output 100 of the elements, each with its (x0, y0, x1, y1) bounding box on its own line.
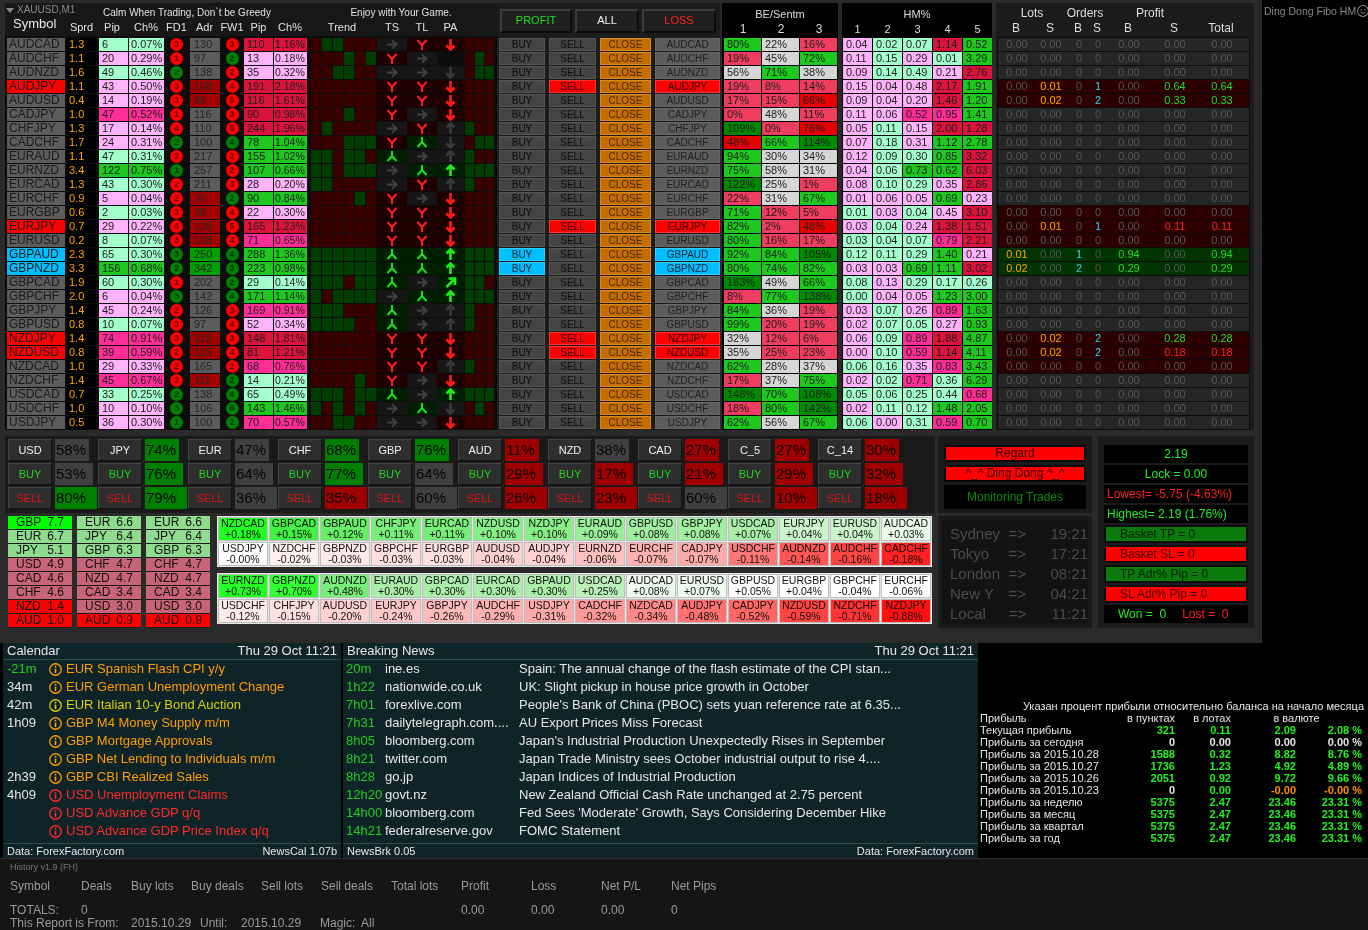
buy-button[interactable]: BUY (499, 318, 545, 331)
buy-button[interactable]: BUY (728, 463, 772, 485)
currency-button[interactable]: AUD (458, 439, 502, 461)
buy-button[interactable]: BUY (499, 80, 545, 93)
sell-button[interactable]: SELL (98, 487, 142, 509)
currency-button[interactable]: USD (8, 439, 52, 461)
close-button[interactable]: CLOSE (600, 178, 651, 191)
buy-button[interactable]: BUY (499, 192, 545, 205)
buy-button[interactable]: BUY (499, 178, 545, 191)
pair-button[interactable]: GBPCAD (655, 276, 720, 289)
close-button[interactable]: CLOSE (600, 80, 651, 93)
pair-button[interactable]: NZDUSD (655, 346, 720, 359)
buy-button[interactable]: BUY (499, 360, 545, 373)
sell-button[interactable]: SELL (549, 402, 596, 415)
currency-button[interactable]: CHF (278, 439, 322, 461)
close-button[interactable]: CLOSE (600, 150, 651, 163)
sell-button[interactable]: SELL (549, 318, 596, 331)
close-button[interactable]: CLOSE (600, 346, 651, 359)
buy-button[interactable]: BUY (499, 374, 545, 387)
sell-button[interactable]: SELL (549, 38, 596, 51)
currency-button[interactable]: GBP (368, 439, 412, 461)
pair-button[interactable]: CADCHF (655, 136, 720, 149)
close-button[interactable]: CLOSE (600, 248, 651, 261)
sell-button[interactable]: SELL (549, 192, 596, 205)
currency-button[interactable]: C_5 (728, 439, 772, 461)
pair-button[interactable]: AUDCHF (655, 52, 720, 65)
close-button[interactable]: CLOSE (600, 332, 651, 345)
sell-button[interactable]: SELL (549, 248, 596, 261)
currency-button[interactable]: C_14 (818, 439, 862, 461)
pair-button[interactable]: EURAUD (655, 150, 720, 163)
buy-button[interactable]: BUY (499, 206, 545, 219)
pair-button[interactable]: GBPAUD (655, 248, 720, 261)
sell-button[interactable]: SELL (549, 234, 596, 247)
close-button[interactable]: CLOSE (600, 66, 651, 79)
sell-button[interactable]: SELL (549, 122, 596, 135)
sell-button[interactable]: SELL (549, 360, 596, 373)
close-button[interactable]: CLOSE (600, 136, 651, 149)
buy-button[interactable]: BUY (818, 463, 862, 485)
pair-button[interactable]: NZDCHF (655, 374, 720, 387)
buy-button[interactable]: BUY (499, 136, 545, 149)
buy-button[interactable]: BUY (499, 388, 545, 401)
pair-button[interactable]: USDJPY (655, 416, 720, 429)
buy-button[interactable]: BUY (548, 463, 592, 485)
sell-button[interactable]: SELL (549, 108, 596, 121)
pair-button[interactable]: GBPNZD (655, 262, 720, 275)
buy-button[interactable]: BUY (278, 463, 322, 485)
buy-button[interactable]: BUY (98, 463, 142, 485)
sell-button[interactable]: SELL (818, 487, 862, 509)
close-button[interactable]: CLOSE (600, 38, 651, 51)
pair-button[interactable]: AUDUSD (655, 94, 720, 107)
close-button[interactable]: CLOSE (600, 220, 651, 233)
pair-button[interactable]: NZDCAD (655, 360, 720, 373)
buy-button[interactable]: BUY (368, 463, 412, 485)
close-button[interactable]: CLOSE (600, 304, 651, 317)
currency-button[interactable]: EUR (188, 439, 232, 461)
buy-button[interactable]: BUY (499, 220, 545, 233)
buy-button[interactable]: BUY (499, 248, 545, 261)
sell-button[interactable]: SELL (368, 487, 412, 509)
close-button[interactable]: CLOSE (600, 122, 651, 135)
close-button[interactable]: CLOSE (600, 94, 651, 107)
pair-button[interactable]: AUDJPY (655, 80, 720, 93)
sell-button[interactable]: SELL (549, 374, 596, 387)
sell-button[interactable]: SELL (549, 290, 596, 303)
close-button[interactable]: CLOSE (600, 52, 651, 65)
sell-button[interactable]: SELL (549, 416, 596, 429)
sell-button[interactable]: SELL (549, 206, 596, 219)
pair-button[interactable]: NZDJPY (655, 332, 720, 345)
currency-button[interactable]: JPY (98, 439, 142, 461)
buy-button[interactable]: BUY (499, 262, 545, 275)
buy-button[interactable]: BUY (499, 52, 545, 65)
buy-button[interactable]: BUY (499, 332, 545, 345)
currency-button[interactable]: CAD (638, 439, 682, 461)
close-button[interactable]: CLOSE (600, 276, 651, 289)
close-button[interactable]: CLOSE (600, 402, 651, 415)
close-button[interactable]: CLOSE (600, 192, 651, 205)
buy-button[interactable]: BUY (499, 94, 545, 107)
buy-button[interactable]: BUY (499, 122, 545, 135)
buy-button[interactable]: BUY (499, 164, 545, 177)
buy-button[interactable]: BUY (499, 304, 545, 317)
sell-button[interactable]: SELL (549, 80, 596, 93)
sell-button[interactable]: SELL (458, 487, 502, 509)
sell-button[interactable]: SELL (278, 487, 322, 509)
pair-button[interactable]: EURNZD (655, 164, 720, 177)
buy-button[interactable]: BUY (499, 38, 545, 51)
pair-button[interactable]: CADJPY (655, 108, 720, 121)
pair-button[interactable]: USDCHF (655, 402, 720, 415)
pair-button[interactable]: EURUSD (655, 234, 720, 247)
buy-button[interactable]: BUY (499, 416, 545, 429)
pair-button[interactable]: AUDNZD (655, 66, 720, 79)
buy-button[interactable]: BUY (499, 346, 545, 359)
sell-button[interactable]: SELL (549, 136, 596, 149)
pair-button[interactable]: GBPCHF (655, 290, 720, 303)
buy-button[interactable]: BUY (638, 463, 682, 485)
sell-button[interactable]: SELL (549, 346, 596, 359)
buy-button[interactable]: BUY (499, 108, 545, 121)
sell-button[interactable]: SELL (549, 262, 596, 275)
sell-button[interactable]: SELL (549, 332, 596, 345)
sell-button[interactable]: SELL (549, 150, 596, 163)
sell-button[interactable]: SELL (638, 487, 682, 509)
close-button[interactable]: CLOSE (600, 164, 651, 177)
